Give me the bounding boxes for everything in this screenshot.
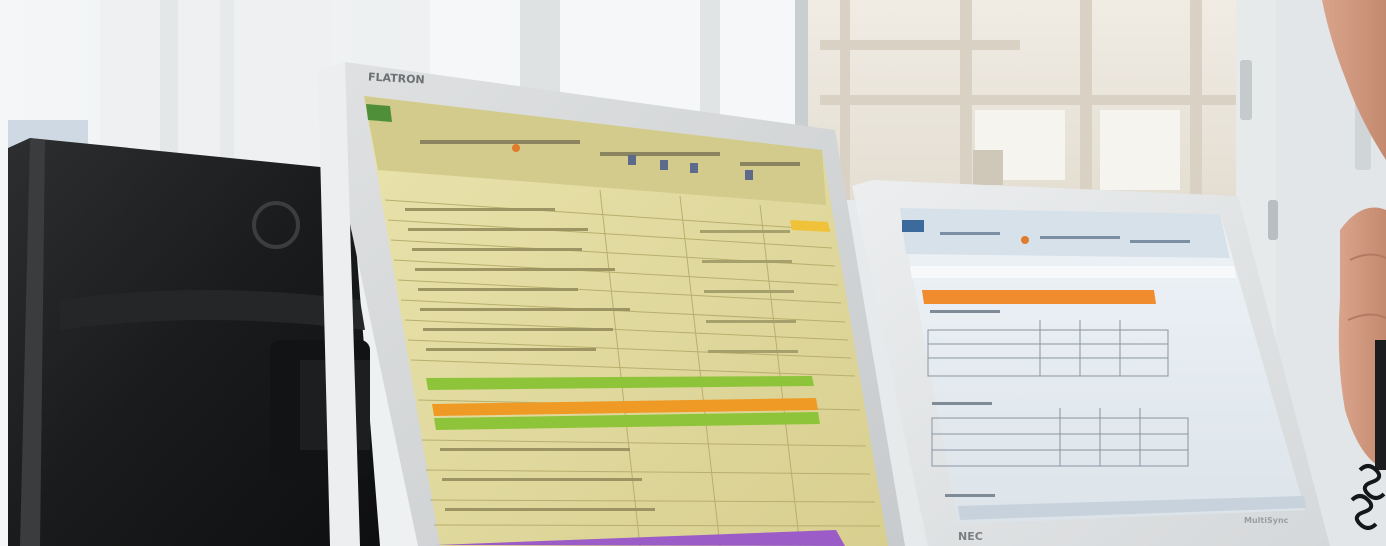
office-photo: LG [0, 0, 1386, 546]
person-on-phone [1322, 0, 1386, 530]
